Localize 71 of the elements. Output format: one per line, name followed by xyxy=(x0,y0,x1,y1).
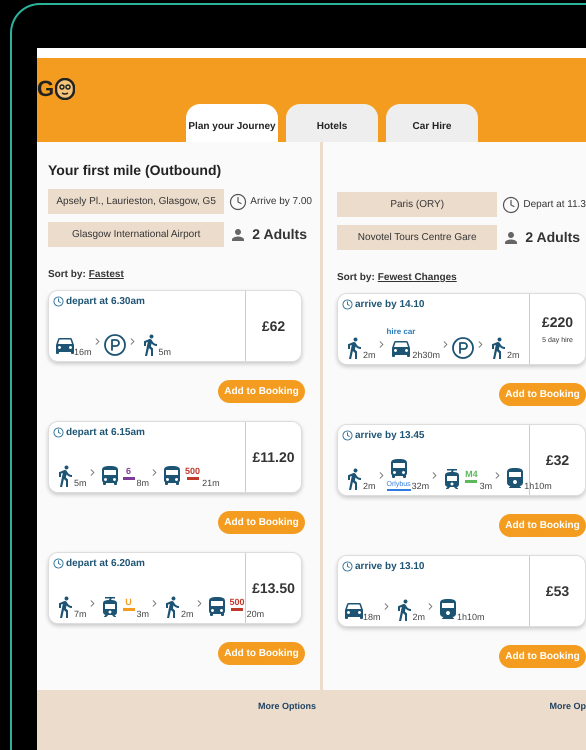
journey-time: depart at 6.20am xyxy=(66,557,145,571)
leg-duration: 2h30m xyxy=(412,351,440,360)
location-field[interactable]: Novotel Tours Centre Gare xyxy=(337,225,498,250)
clock-icon xyxy=(342,299,353,310)
clock-icon xyxy=(342,561,353,572)
leg-duration: 3m xyxy=(480,482,492,491)
leg-duration: 2m xyxy=(363,351,376,360)
sort-label: Sort by: xyxy=(48,268,86,282)
leg-duration: 5m xyxy=(158,348,172,357)
leg-duration: 32m xyxy=(412,482,430,491)
leg-duration: 8m xyxy=(136,479,150,488)
price: £62 xyxy=(262,316,286,336)
leg-duration: 1h10m xyxy=(524,482,552,491)
logo-icon xyxy=(55,78,76,100)
line-number: 500 xyxy=(230,598,245,607)
clock-icon xyxy=(53,427,64,438)
journey-time: depart at 6.15am xyxy=(66,426,145,440)
price: £220 xyxy=(542,312,574,332)
leg-duration: 16m xyxy=(74,348,92,357)
price: £32 xyxy=(546,450,570,470)
tab[interactable]: Car Hire xyxy=(386,104,478,142)
leg-duration: 7m xyxy=(74,610,87,619)
sort-label: Sort by: xyxy=(337,271,375,285)
leg-duration: 2m xyxy=(363,482,376,491)
journey-time: arrive by 13.45 xyxy=(355,429,424,443)
sort-link[interactable]: Fastest xyxy=(88,267,124,282)
leg-duration: 5m xyxy=(74,479,87,488)
leg-duration: 3m xyxy=(136,610,150,619)
clock-icon xyxy=(53,558,64,569)
time-label: Arrive by 7.00 xyxy=(250,195,312,209)
journey-card[interactable]: depart at 6.15am 5m 6 8m 500 21m £11.20 xyxy=(48,421,302,493)
line-number: U xyxy=(125,598,132,607)
journey-time: arrive by 14.10 xyxy=(355,298,424,312)
line-number: M4 xyxy=(465,470,478,479)
journey-card[interactable]: arrive by 13.10 18m 2m 1h10m £53 xyxy=(337,555,586,627)
location-field[interactable]: Apsely Pl., Laurieston, Glasgow, G5 xyxy=(48,189,224,214)
clock-icon xyxy=(502,196,520,214)
journey-card[interactable]: depart at 6.20am 7m U 3m 2m 500 20m £13.50 xyxy=(48,552,302,624)
journey-time: arrive by 13.10 xyxy=(355,560,424,574)
sort-link[interactable]: Fewest Changes xyxy=(378,270,457,285)
logo-text: G xyxy=(37,78,54,100)
passenger-count: 2 Adults xyxy=(525,228,580,247)
time-label: Depart at 11.3 xyxy=(523,198,586,212)
leg-duration: 2m xyxy=(181,610,194,619)
line-number: 500 xyxy=(185,467,200,476)
clock-icon xyxy=(229,192,248,210)
tab[interactable]: Plan your Journey xyxy=(186,104,278,142)
parking-icon xyxy=(450,336,475,360)
parking-icon xyxy=(102,333,127,357)
passenger-count: 2 Adults xyxy=(252,225,308,244)
price: £13.50 xyxy=(252,578,295,598)
clock-icon xyxy=(53,296,64,307)
location-field[interactable]: Glasgow International Airport xyxy=(48,222,224,247)
section-heading: Your first mile (Outbound) xyxy=(48,161,222,180)
journey-time: depart at 6.30am xyxy=(66,295,145,309)
price: £53 xyxy=(546,582,570,600)
leg-duration: 2m xyxy=(506,351,520,360)
leg-label: hire car xyxy=(386,328,416,336)
price: £11.20 xyxy=(252,448,295,466)
leg-duration: 1h10m xyxy=(457,613,485,622)
leg-duration: 20m xyxy=(246,610,264,619)
leg-duration: 18m xyxy=(363,613,381,622)
leg-duration: 2m xyxy=(412,613,426,622)
more-options-link[interactable]: More Op xyxy=(549,700,586,714)
tab[interactable]: Hotels xyxy=(286,104,378,142)
line-number: 6 xyxy=(126,467,132,476)
journey-card[interactable]: depart at 6.30am 16m 5m £62 xyxy=(48,290,302,362)
clock-icon xyxy=(342,430,353,441)
more-options-link[interactable]: More Options xyxy=(258,700,316,714)
location-field[interactable]: Paris (ORY) xyxy=(337,192,498,217)
leg-duration: 21m xyxy=(202,479,220,488)
